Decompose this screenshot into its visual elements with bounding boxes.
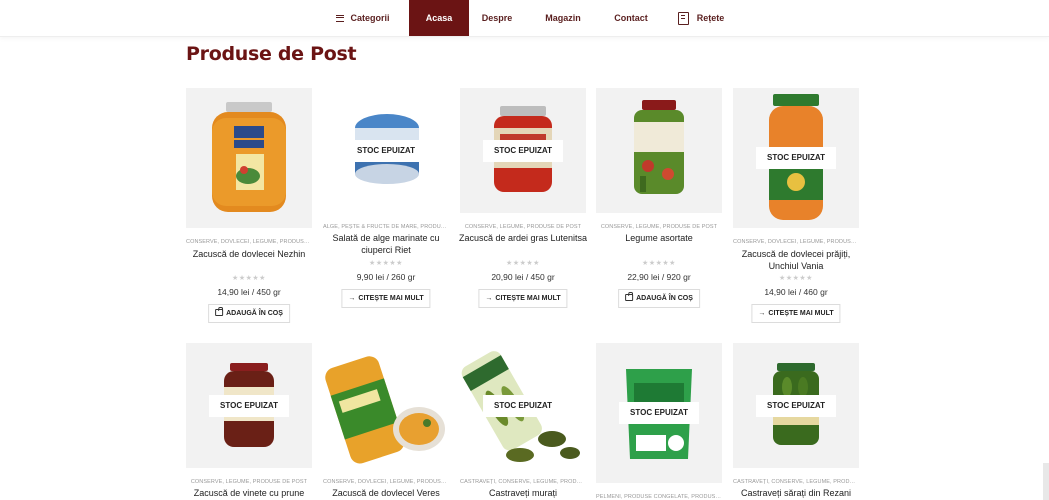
product-categories: CONSERVE, DOVLECEI, LEGUME, PRODUSE DE P… bbox=[323, 479, 449, 485]
product-categories: CONSERVE, DOVLECEI, LEGUME, PRODUSE DE P… bbox=[733, 239, 859, 245]
product-name[interactable]: Legume asortate bbox=[592, 232, 726, 244]
rating-stars: ★★★★★ bbox=[232, 275, 266, 282]
product-categories: CONSERVE, DOVLECEI, LEGUME, PRODUSE DE P… bbox=[186, 239, 312, 245]
product-categories: PELMENI, PRODUSE CONGELATE, PRODUSE DE P… bbox=[596, 494, 722, 500]
out-of-stock-badge: STOC EPUIZAT bbox=[756, 147, 836, 169]
product-categories: CONSERVE, LEGUME, PRODUSE DE POST bbox=[464, 224, 582, 230]
product-price: 20,90 lei / 450 gr bbox=[491, 272, 555, 282]
arrow-right-icon: → bbox=[348, 295, 356, 302]
product-categories: CONSERVE, LEGUME, PRODUSE DE POST bbox=[190, 479, 308, 485]
product-price: 14,90 lei / 460 gr bbox=[764, 287, 828, 297]
shopping-bag-icon bbox=[215, 307, 224, 316]
rating-stars: ★★★★★ bbox=[642, 260, 676, 267]
nav-despre[interactable]: Despre bbox=[474, 0, 520, 36]
rating-stars: ★★★★★ bbox=[506, 260, 540, 267]
product-name[interactable]: Castraveți murați bbox=[456, 487, 590, 499]
product-name[interactable]: Zacuscă de dovlecel Veres bbox=[319, 487, 453, 499]
product-image[interactable]: STOC EPUIZAT bbox=[733, 343, 859, 468]
nav-acasa-label: Acasa bbox=[425, 13, 453, 23]
add-to-cart-button[interactable]: ADAUGĂ ÎN COȘ bbox=[618, 289, 700, 308]
product-categories: ALGE, PEȘTE & FRUCTE DE MARE, PRODUSE DE… bbox=[323, 224, 449, 230]
out-of-stock-badge: STOC EPUIZAT bbox=[209, 395, 289, 417]
read-more-button[interactable]: → CITEȘTE MAI MULT bbox=[751, 304, 841, 323]
arrow-right-icon: → bbox=[758, 310, 766, 317]
product-price: 22,90 lei / 920 gr bbox=[627, 272, 691, 282]
nav-contact-label: Contact bbox=[614, 13, 648, 23]
out-of-stock-badge: STOC EPUIZAT bbox=[756, 395, 836, 417]
rating-stars: ★★★★★ bbox=[779, 275, 813, 282]
product-image[interactable]: STOC EPUIZAT bbox=[186, 343, 312, 468]
product-image[interactable] bbox=[186, 88, 312, 228]
nav-retete-label: Rețete bbox=[696, 13, 725, 23]
read-more-label: CITEȘTE MAI MULT bbox=[768, 310, 834, 317]
product-image[interactable]: STOC EPUIZAT bbox=[596, 343, 722, 483]
product-image[interactable]: STOC EPUIZAT bbox=[323, 88, 449, 213]
nav-retete[interactable]: Rețete bbox=[676, 0, 726, 36]
nav-magazin[interactable]: Magazin bbox=[538, 0, 588, 36]
product-name[interactable]: Zacuscă de vinete cu prune bbox=[182, 487, 316, 499]
product-name[interactable]: Zacuscă de dovlecei prăjiți, Unchiul Van… bbox=[729, 248, 863, 272]
product-image[interactable]: STOC EPUIZAT bbox=[733, 88, 859, 228]
product-image[interactable] bbox=[323, 343, 449, 468]
jar-image bbox=[212, 102, 286, 212]
product-name[interactable]: Zacuscă de dovlecei Nezhin bbox=[182, 248, 316, 260]
add-to-cart-label: ADAUGĂ ÎN COȘ bbox=[636, 295, 693, 302]
nav-despre-label: Despre bbox=[481, 13, 513, 23]
menu-icon bbox=[336, 15, 345, 23]
read-more-label: CITEȘTE MAI MULT bbox=[495, 295, 561, 302]
nav-magazin-label: Magazin bbox=[545, 13, 581, 23]
nav-contact[interactable]: Contact bbox=[608, 0, 654, 36]
product-price: 14,90 lei / 450 gr bbox=[217, 287, 281, 297]
out-of-stock-badge: STOC EPUIZAT bbox=[346, 140, 426, 162]
read-more-button[interactable]: → CITEȘTE MAI MULT bbox=[341, 289, 431, 308]
out-of-stock-badge: STOC EPUIZAT bbox=[619, 402, 699, 424]
recipe-book-icon bbox=[677, 12, 689, 26]
nav-categorii-label: Categorii bbox=[350, 13, 390, 23]
page-title: Produse de Post bbox=[186, 43, 357, 65]
product-name[interactable]: Castraveți sărați din Rezani bbox=[729, 487, 863, 499]
product-name[interactable]: Zacuscă de ardei gras Lutenitsa bbox=[456, 232, 590, 244]
product-categories: CONSERVE, LEGUME, PRODUSE DE POST bbox=[600, 224, 718, 230]
product-image[interactable] bbox=[596, 88, 722, 213]
read-more-button[interactable]: → CITEȘTE MAI MULT bbox=[478, 289, 568, 308]
scrollbar[interactable] bbox=[1043, 463, 1049, 500]
out-of-stock-badge: STOC EPUIZAT bbox=[483, 140, 563, 162]
nav-acasa[interactable]: Acasa bbox=[409, 0, 469, 36]
out-of-stock-badge: STOC EPUIZAT bbox=[483, 395, 563, 417]
product-image[interactable]: STOC EPUIZAT bbox=[460, 88, 586, 213]
product-categories: CASTRAVEȚI, CONSERVE, LEGUME, PRODUSE DE… bbox=[733, 479, 859, 485]
product-price: 9,90 lei / 260 gr bbox=[356, 272, 416, 282]
nav-categorii[interactable]: Categorii bbox=[330, 0, 396, 36]
product-image[interactable]: STOC EPUIZAT bbox=[460, 343, 586, 468]
rating-stars: ★★★★★ bbox=[369, 260, 403, 267]
product-name[interactable]: Salată de alge marinate cu ciuperci Riet bbox=[319, 232, 453, 256]
jar-image bbox=[325, 356, 445, 464]
add-to-cart-label: ADAUGĂ ÎN COȘ bbox=[226, 310, 283, 317]
add-to-cart-button[interactable]: ADAUGĂ ÎN COȘ bbox=[208, 304, 290, 323]
arrow-right-icon: → bbox=[485, 295, 493, 302]
product-categories: CASTRAVEȚI, CONSERVE, LEGUME, PRODUSE DE… bbox=[460, 479, 586, 485]
jar-image bbox=[634, 100, 684, 194]
read-more-label: CITEȘTE MAI MULT bbox=[358, 295, 424, 302]
top-navigation: Categorii Acasa Despre Magazin Contact R… bbox=[0, 0, 1049, 37]
shopping-bag-icon bbox=[625, 292, 634, 301]
